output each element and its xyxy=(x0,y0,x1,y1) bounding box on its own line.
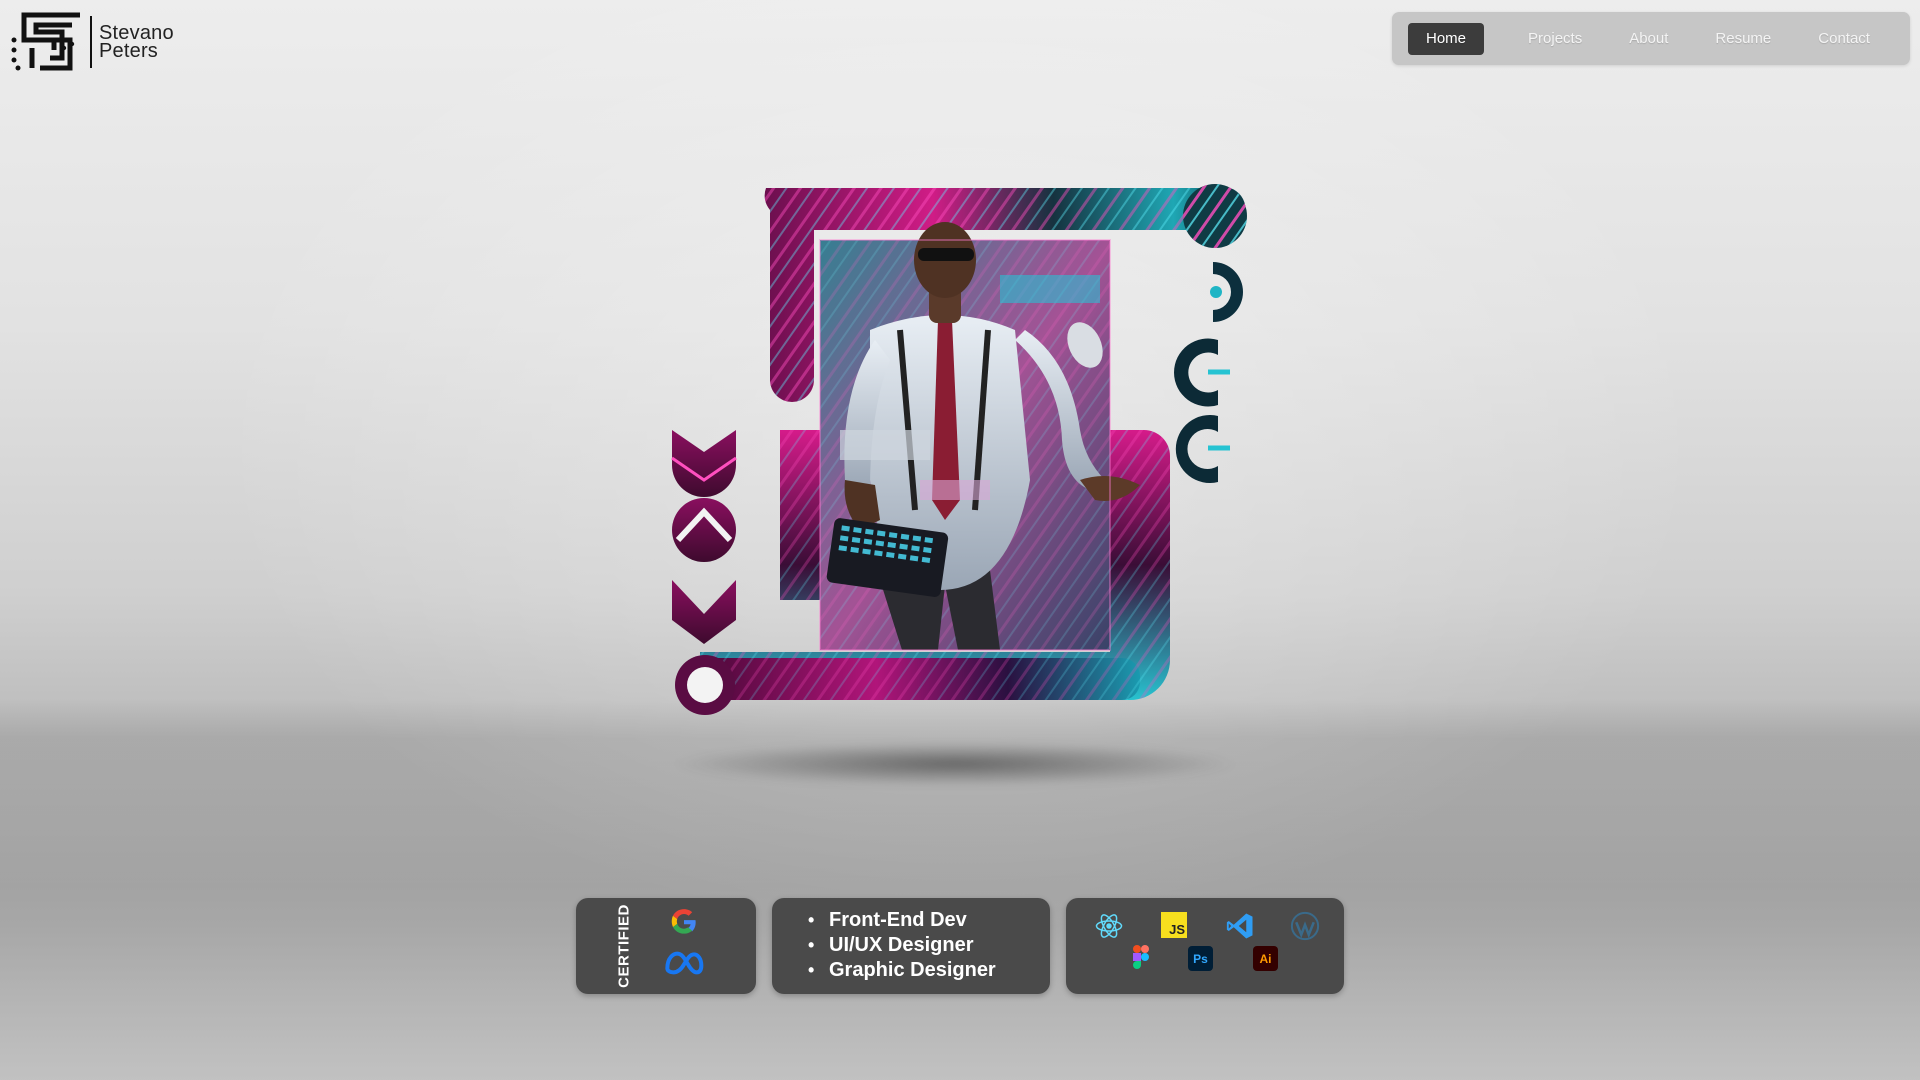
hero-artwork xyxy=(670,180,1260,740)
nav-home[interactable]: Home xyxy=(1408,22,1485,55)
react-icon xyxy=(1095,914,1123,938)
certified-card xyxy=(576,898,756,994)
role-item: Graphic Designer xyxy=(808,958,996,983)
javascript-icon: JS xyxy=(1161,912,1187,938)
role-item: UI/UX Designer xyxy=(808,933,996,958)
google-icon xyxy=(671,909,696,934)
sp-monogram-logo-icon xyxy=(11,12,80,71)
certified-label: CERTIFIED xyxy=(615,904,633,988)
role-item: Front-End Dev xyxy=(808,908,996,933)
figma-icon xyxy=(1133,945,1149,969)
wordpress-icon xyxy=(1290,911,1320,941)
nav-contact[interactable]: Contact xyxy=(1803,23,1885,55)
illustrator-icon: Ai xyxy=(1253,946,1278,971)
javascript-icon-text: JS xyxy=(1169,922,1185,937)
vscode-icon xyxy=(1226,913,1253,939)
logo-divider xyxy=(90,16,92,68)
meta-icon xyxy=(665,951,704,975)
nav-resume[interactable]: Resume xyxy=(1700,23,1786,55)
brand-name: Stevano Peters xyxy=(99,23,174,62)
nav-projects[interactable]: Projects xyxy=(1513,23,1597,55)
main-nav: Home Projects About Resume Contact xyxy=(1392,12,1910,65)
hero-shadow xyxy=(670,742,1240,786)
brand-name-last: Peters xyxy=(99,40,159,62)
photoshop-icon: Ps xyxy=(1188,946,1213,971)
photoshop-icon-text: Ps xyxy=(1193,951,1208,966)
nav-about[interactable]: About xyxy=(1614,23,1683,55)
portrait-neon-s-frame-image xyxy=(671,184,1247,715)
roles-list: Front-End Dev UI/UX Designer Graphic Des… xyxy=(808,908,996,983)
brand-logo[interactable]: Stevano Peters xyxy=(10,10,174,74)
illustrator-icon-text: Ai xyxy=(1259,951,1272,966)
